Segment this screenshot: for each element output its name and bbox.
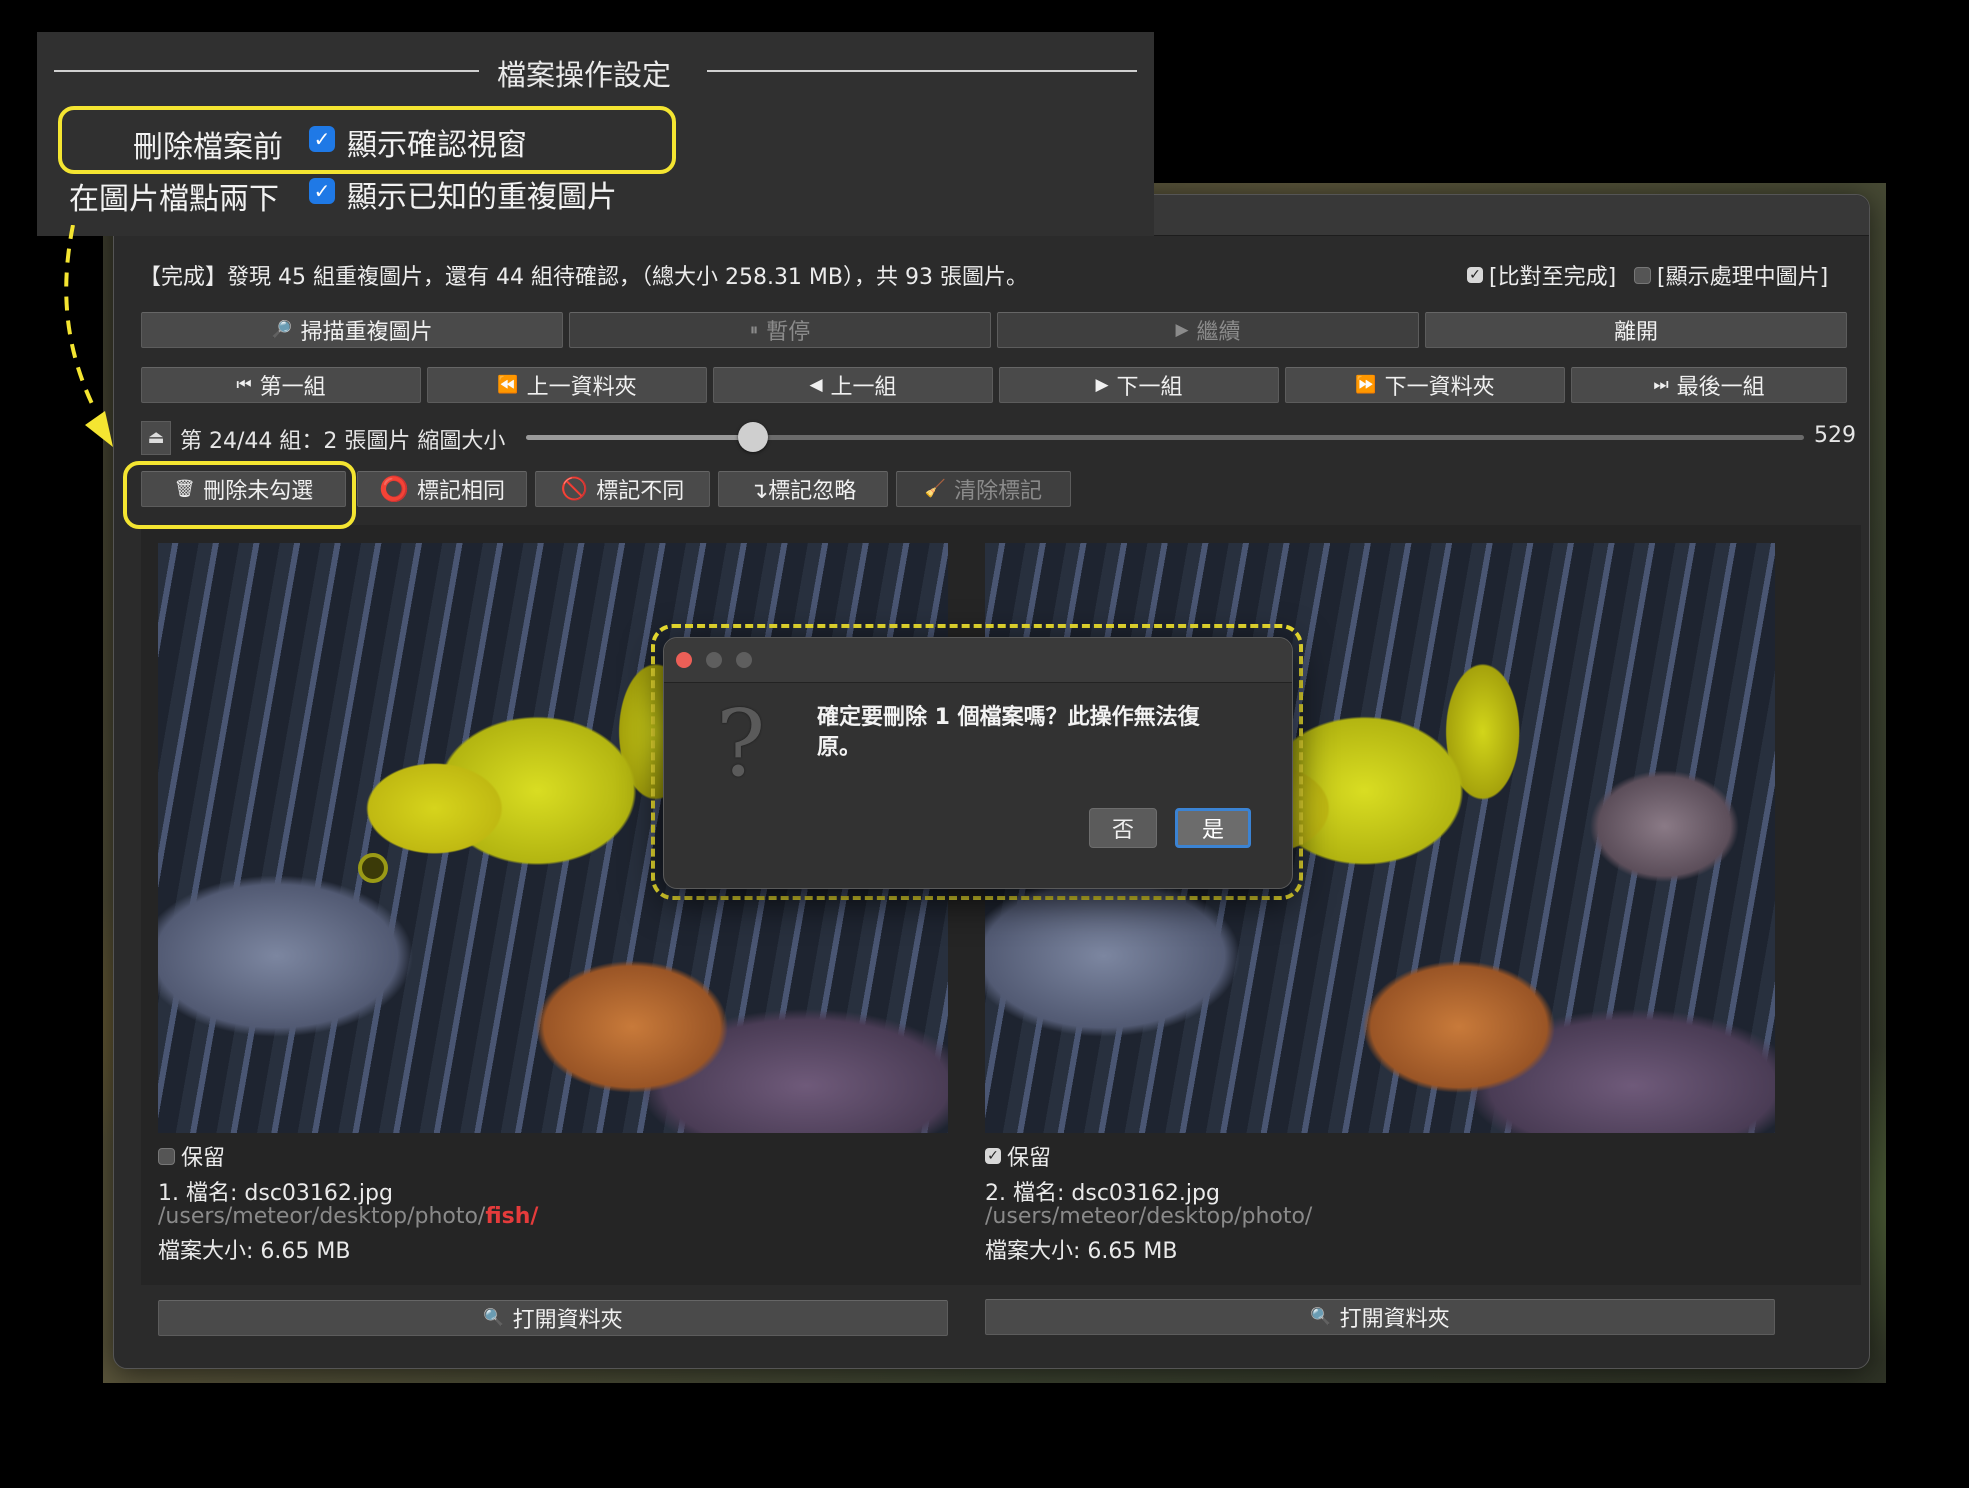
file-path-2: /users/meteor/desktop/photo/ — [985, 1204, 1312, 1229]
keep-label: 保留 — [1007, 1146, 1052, 1171]
scan-button[interactable]: 🔎 掃描重複圖片 — [141, 312, 563, 348]
fast-forward-icon: ⏩ — [1355, 375, 1377, 395]
title-rule-right — [707, 70, 1137, 72]
right-triangle-icon: ▶ — [1095, 375, 1109, 395]
group-info-label: 第 24/44 組：2 張圖片 縮圖大小 — [180, 429, 506, 454]
clear-marks-label: 清除標記 — [954, 479, 1043, 504]
file-path-1: /users/meteor/desktop/photo/fish/ — [158, 1204, 538, 1229]
compare-done-checkbox[interactable]: ✓ [比對至完成] — [1467, 259, 1616, 291]
checkbox-checked-icon: ✓ — [1467, 267, 1483, 283]
dialog-titlebar — [664, 638, 1292, 683]
next-folder-label: 下一資料夾 — [1384, 375, 1495, 400]
yes-button[interactable]: 是 — [1175, 808, 1251, 848]
prev-folder-label: 上一資料夾 — [526, 375, 637, 400]
prev-folder-button[interactable]: ⏪ 上一資料夾 — [427, 367, 707, 403]
title-rule-left — [54, 70, 479, 72]
keep-label: 保留 — [181, 1146, 226, 1171]
close-dot-icon[interactable] — [676, 652, 692, 668]
question-mark-icon: ? — [716, 690, 766, 797]
thumbnail-size-slider[interactable] — [526, 422, 1804, 452]
open-folder-button-2[interactable]: 🔍 打開資料夾 — [985, 1299, 1775, 1335]
keep-checkbox-2[interactable]: ✓ 保留 — [985, 1140, 1051, 1172]
mark-different-label: 標記不同 — [596, 479, 685, 504]
mark-different-button[interactable]: 🚫 標記不同 — [535, 471, 710, 507]
status-text: 【完成】發現 45 組重複圖片，還有 44 組待確認，（總大小 258.31 M… — [139, 265, 1028, 290]
file-size-2: 檔案大小: 6.65 MB — [985, 1239, 1178, 1264]
eject-button[interactable]: ⏏ — [141, 421, 171, 455]
delete-button-highlight — [123, 461, 356, 529]
no-button[interactable]: 否 — [1089, 808, 1157, 848]
magnifier-icon: 🔎 — [271, 320, 293, 340]
path-prefix: /users/meteor/desktop/photo/ — [985, 1204, 1313, 1229]
double-click-label: 在圖片檔點兩下 — [69, 182, 279, 217]
broom-icon: 🧹 — [924, 479, 947, 499]
mark-ignore-label: ↴標記忽略 — [749, 479, 857, 504]
dialog-message: 確定要刪除 1 個檔案嗎？此操作無法復原。 — [817, 705, 1200, 760]
show-processing-checkbox[interactable]: [顯示處理中圖片] — [1634, 259, 1828, 291]
mark-same-button[interactable]: ⭕ 標記相同 — [357, 471, 527, 507]
show-processing-label: [顯示處理中圖片] — [1657, 265, 1829, 290]
magnifier-icon: 🔍 — [1310, 1307, 1332, 1327]
red-circle-icon: ⭕ — [379, 475, 409, 503]
pause-icon: ⏸ — [749, 320, 759, 340]
checkbox-unchecked-icon — [158, 1147, 175, 1165]
pause-label: 暫停 — [766, 320, 811, 345]
minimize-dot-icon — [706, 652, 722, 668]
show-known-duplicates-checkbox[interactable]: ✓ — [309, 178, 335, 204]
last-group-button[interactable]: ⏭ 最後一組 — [1571, 367, 1847, 403]
play-icon: ▶ — [1175, 320, 1189, 340]
mark-ignore-button[interactable]: ↴標記忽略 — [718, 471, 888, 507]
file-size-1: 檔案大小: 6.65 MB — [158, 1239, 351, 1264]
confirm-dialog: ? 確定要刪除 1 個檔案嗎？此操作無法復原。 否 是 — [663, 637, 1293, 889]
dashed-arrow — [64, 225, 113, 447]
left-triangle-icon: ◀ — [809, 375, 823, 395]
first-group-label: 第一組 — [259, 375, 326, 400]
settings-title: 檔案操作設定 — [497, 58, 672, 92]
pause-button[interactable]: ⏸ 暫停 — [569, 312, 991, 348]
path-prefix: /users/meteor/desktop/photo/ — [158, 1204, 486, 1229]
quit-button[interactable]: 離開 — [1425, 312, 1847, 348]
next-group-label: 下一組 — [1116, 375, 1183, 400]
first-group-button[interactable]: ⏮ 第一組 — [141, 367, 421, 403]
fish-eye — [358, 853, 388, 883]
show-known-duplicates-label: 顯示已知的重複圖片 — [347, 180, 617, 215]
slider-thumb[interactable] — [738, 422, 769, 452]
open-folder-button-1[interactable]: 🔍 打開資料夾 — [158, 1300, 948, 1336]
skip-start-icon: ⏮ — [236, 375, 252, 395]
compare-done-label: [比對至完成] — [1489, 265, 1617, 290]
open-folder-label: 打開資料夾 — [1339, 1307, 1450, 1332]
scan-label: 掃描重複圖片 — [300, 320, 433, 345]
open-folder-label: 打開資料夾 — [512, 1308, 623, 1333]
magnifier-icon: 🔍 — [483, 1308, 505, 1328]
no-entry-icon: 🚫 — [560, 476, 589, 502]
file-name-2: 2. 檔名: dsc03162.jpg — [985, 1181, 1220, 1206]
clear-marks-button[interactable]: 🧹 清除標記 — [896, 471, 1071, 507]
prev-group-button[interactable]: ◀ 上一組 — [713, 367, 993, 403]
prev-group-label: 上一組 — [830, 375, 897, 400]
file-name-1: 1. 檔名: dsc03162.jpg — [158, 1181, 393, 1206]
zoom-dot-icon — [736, 652, 752, 668]
slider-fill — [526, 435, 754, 440]
keep-checkbox-1[interactable]: 保留 — [158, 1140, 225, 1172]
rewind-icon: ⏪ — [497, 375, 519, 395]
thumbnail-size-value: 529 — [1814, 423, 1856, 448]
resume-label: 繼續 — [1196, 320, 1241, 345]
confirm-setting-highlight — [58, 106, 676, 174]
checkbox-unchecked-icon — [1634, 266, 1651, 284]
mark-same-label: 標記相同 — [416, 479, 505, 504]
next-folder-button[interactable]: ⏩ 下一資料夾 — [1285, 367, 1565, 403]
quit-label: 離開 — [1613, 320, 1658, 345]
skip-end-icon: ⏭ — [1653, 375, 1669, 395]
next-group-button[interactable]: ▶ 下一組 — [999, 367, 1279, 403]
checkbox-checked-icon: ✓ — [985, 1148, 1001, 1164]
path-highlight: fish/ — [485, 1204, 539, 1229]
resume-button[interactable]: ▶ 繼續 — [997, 312, 1419, 348]
last-group-label: 最後一組 — [1676, 375, 1765, 400]
